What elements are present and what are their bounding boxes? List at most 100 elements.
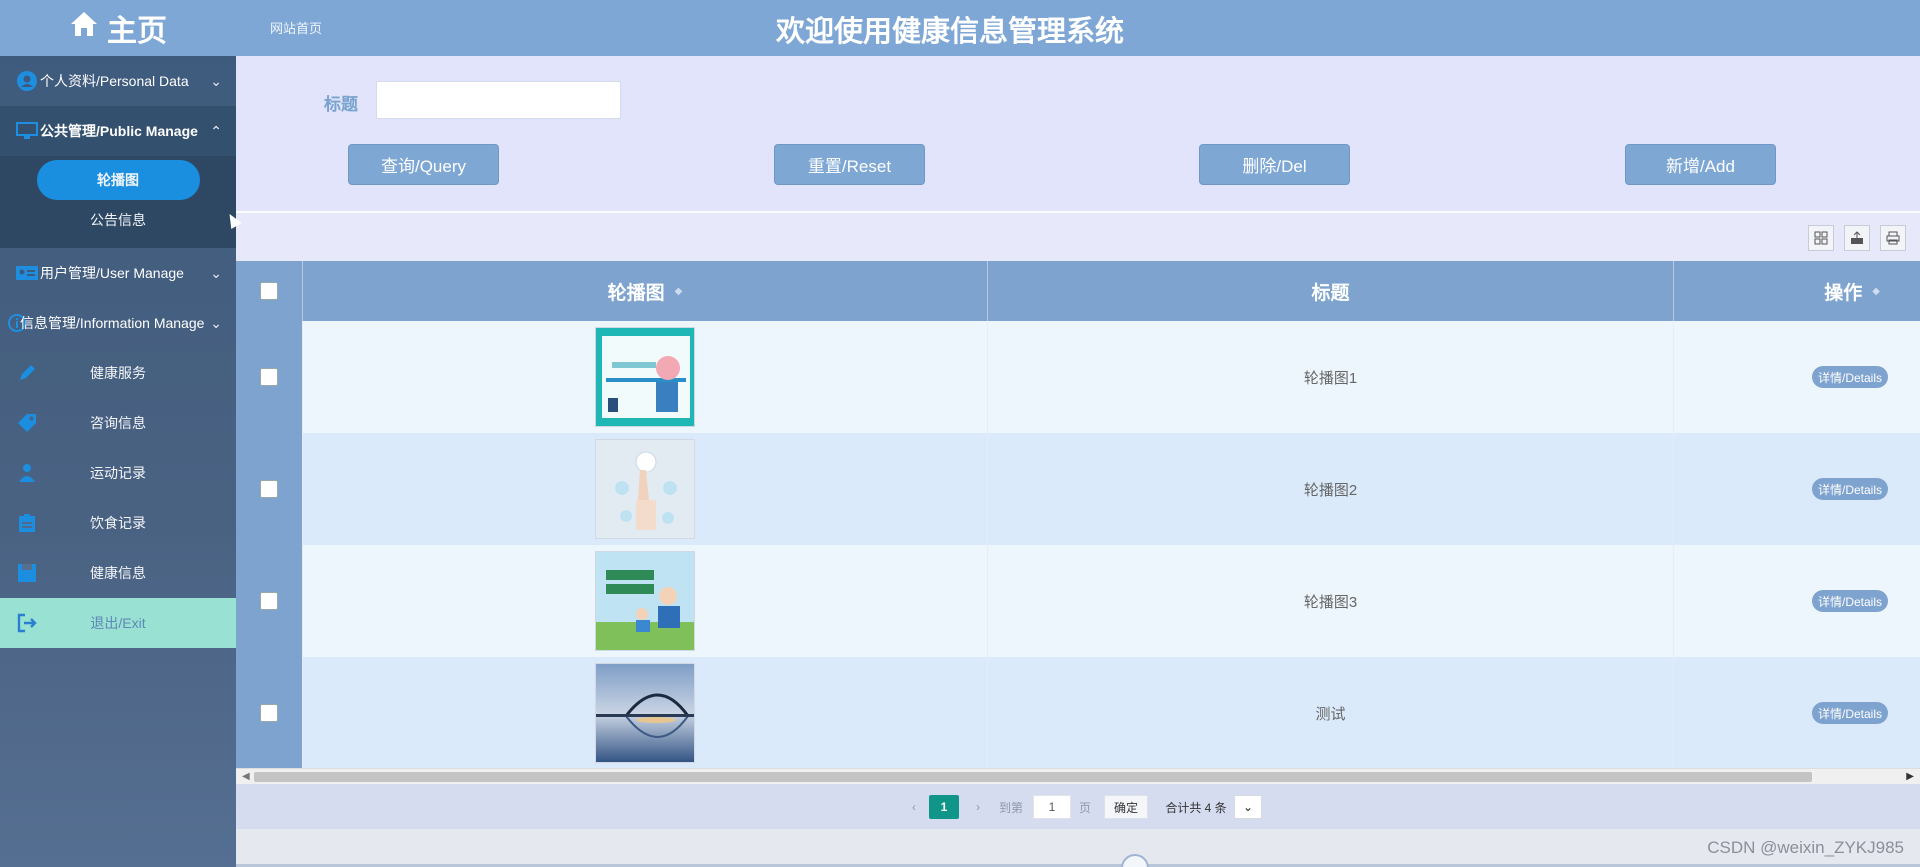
carousel-image-2[interactable] bbox=[595, 439, 695, 539]
row-select-cell bbox=[236, 657, 303, 768]
chevron-down-icon: ⌄ bbox=[210, 264, 222, 281]
image-cell bbox=[303, 545, 988, 657]
search-panel: 标题 查询/Query 重置/Reset 删除/Del 新增/Add bbox=[236, 56, 1920, 211]
column-header-label: 操作 bbox=[1824, 282, 1863, 304]
top-header: 网站首页 欢迎使用健康信息管理系统 bbox=[236, 0, 1920, 56]
nav-label: 健康信息 bbox=[90, 565, 146, 581]
details-button[interactable]: 详情/Details bbox=[1811, 590, 1888, 612]
select-all-checkbox[interactable] bbox=[260, 282, 278, 300]
watermark: CSDN @weixin_ZYKJ985 bbox=[1707, 838, 1904, 857]
column-header-title: 标题 bbox=[988, 261, 1674, 321]
image-cell bbox=[303, 433, 988, 545]
scroll-left-icon[interactable]: ◀ bbox=[242, 771, 250, 782]
nav-exit[interactable]: 退出/Exit bbox=[0, 598, 236, 648]
action-cell: 详情/Details bbox=[1674, 321, 1920, 433]
title-cell: 轮播图1 bbox=[988, 321, 1674, 433]
page-size-select[interactable]: ⌄ bbox=[1234, 795, 1262, 819]
table-row: 轮播图2 详情/Details bbox=[236, 433, 1920, 545]
table-toolbar bbox=[236, 213, 1920, 261]
id-card-icon bbox=[14, 260, 40, 286]
menu-label: 信息管理/Information Manage bbox=[20, 315, 205, 331]
title-label: 标题 bbox=[324, 95, 358, 114]
sort-icon[interactable]: ◆ bbox=[675, 286, 683, 297]
nav-label: 饮食记录 bbox=[90, 515, 146, 531]
table-row: 测试 详情/Details bbox=[236, 657, 1920, 768]
image-cell bbox=[303, 657, 988, 768]
action-cell: 详情/Details bbox=[1674, 657, 1920, 768]
nav-label: 健康服务 bbox=[90, 365, 146, 381]
submenu-item-notice[interactable]: 公告信息 bbox=[0, 200, 236, 240]
delete-button[interactable]: 删除/Del bbox=[1199, 144, 1350, 185]
nav-health-info[interactable]: 健康信息 bbox=[0, 548, 236, 598]
reset-button[interactable]: 重置/Reset bbox=[774, 144, 925, 185]
title-search-input[interactable] bbox=[376, 81, 621, 119]
data-table: 轮播图 ◆ 标题 操作 ◆ 轮播图1 详情/Details 轮播图2 详情/De… bbox=[236, 261, 1920, 768]
chevron-down-icon: ⌄ bbox=[210, 72, 222, 89]
column-header-actions[interactable]: 操作 ◆ bbox=[1674, 261, 1920, 321]
goto-label: 到第 bbox=[998, 800, 1023, 815]
menu-information-manage[interactable]: 信息管理/Information Manage ⌄ bbox=[0, 298, 236, 348]
table-row: 轮播图1 详情/Details bbox=[236, 321, 1920, 433]
title-cell: 轮播图3 bbox=[988, 545, 1674, 657]
user-circle-icon bbox=[14, 68, 40, 94]
column-header-label: 标题 bbox=[1311, 282, 1350, 304]
nav-diet-record[interactable]: 饮食记录 bbox=[0, 498, 236, 548]
query-button[interactable]: 查询/Query bbox=[348, 144, 499, 185]
system-title: 欢迎使用健康信息管理系统 bbox=[775, 16, 1124, 48]
image-cell bbox=[303, 321, 988, 433]
nav-label: 运动记录 bbox=[90, 465, 146, 481]
menu-public-manage[interactable]: 公共管理/Public Manage ⌃ bbox=[0, 106, 236, 156]
prev-page-icon[interactable]: ‹ bbox=[904, 795, 924, 819]
menu-label: 公共管理/Public Manage bbox=[40, 123, 198, 139]
nav-health-service[interactable]: 健康服务 bbox=[0, 348, 236, 398]
menu-user-manage[interactable]: 用户管理/User Manage ⌄ bbox=[0, 248, 236, 298]
nav-consult-info[interactable]: 咨询信息 bbox=[0, 398, 236, 448]
columns-icon[interactable] bbox=[1808, 225, 1834, 251]
chevron-up-icon: ⌃ bbox=[210, 122, 222, 139]
submenu-public-manage: 轮播图 公告信息 bbox=[0, 156, 236, 248]
horizontal-scrollbar[interactable]: ◀ ▶ bbox=[236, 768, 1920, 784]
carousel-image-1[interactable] bbox=[595, 327, 695, 427]
title-cell: 轮播图2 bbox=[988, 433, 1674, 545]
total-count: 合计共 4 条 bbox=[1165, 800, 1227, 815]
menu-label: 用户管理/User Manage bbox=[40, 265, 184, 281]
row-checkbox[interactable] bbox=[260, 592, 278, 610]
next-page-icon[interactable]: › bbox=[968, 795, 988, 819]
select-all-cell bbox=[236, 261, 303, 321]
carousel-image-3[interactable] bbox=[595, 551, 695, 651]
row-select-cell bbox=[236, 545, 303, 657]
monitor-icon bbox=[14, 118, 40, 144]
submenu-label: 公告信息 bbox=[90, 212, 146, 228]
carousel-image-4[interactable] bbox=[595, 663, 695, 763]
row-checkbox[interactable] bbox=[260, 704, 278, 722]
title-cell: 测试 bbox=[988, 657, 1674, 768]
menu-label: 个人资料/Personal Data bbox=[40, 73, 189, 89]
details-button[interactable]: 详情/Details bbox=[1811, 366, 1888, 388]
sidebar: 主页 个人资料/Personal Data ⌄ 公共管理/Public Mana… bbox=[0, 0, 236, 867]
menu-personal-data[interactable]: 个人资料/Personal Data ⌄ bbox=[0, 56, 236, 106]
nav-exercise-record[interactable]: 运动记录 bbox=[0, 448, 236, 498]
row-select-cell bbox=[236, 321, 303, 433]
print-icon[interactable] bbox=[1880, 225, 1906, 251]
submenu-item-carousel[interactable]: 轮播图 bbox=[0, 160, 236, 200]
footer-band bbox=[236, 829, 1920, 867]
nav-label: 咨询信息 bbox=[90, 415, 146, 431]
goto-page-input[interactable]: 1 bbox=[1033, 795, 1071, 819]
export-icon[interactable] bbox=[1844, 225, 1870, 251]
action-cell: 详情/Details bbox=[1674, 433, 1920, 545]
page-number-current[interactable]: 1 bbox=[929, 795, 959, 819]
sort-icon[interactable]: ◆ bbox=[1872, 286, 1880, 297]
scroll-thumb[interactable] bbox=[254, 772, 1812, 782]
row-checkbox[interactable] bbox=[260, 480, 278, 498]
details-button[interactable]: 详情/Details bbox=[1811, 478, 1888, 500]
table-header: 轮播图 ◆ 标题 操作 ◆ bbox=[236, 261, 1920, 321]
add-button[interactable]: 新增/Add bbox=[1625, 144, 1776, 185]
row-select-cell bbox=[236, 433, 303, 545]
goto-confirm-button[interactable]: 确定 bbox=[1104, 795, 1148, 819]
pagination: ‹ 1 › 到第 1 页 确定 合计共 4 条 ⌄ bbox=[236, 784, 1920, 829]
details-button[interactable]: 详情/Details bbox=[1811, 702, 1888, 724]
scroll-right-icon[interactable]: ▶ bbox=[1906, 771, 1914, 782]
row-checkbox[interactable] bbox=[260, 368, 278, 386]
page-suffix: 页 bbox=[1078, 800, 1091, 815]
column-header-image[interactable]: 轮播图 ◆ bbox=[303, 261, 988, 321]
